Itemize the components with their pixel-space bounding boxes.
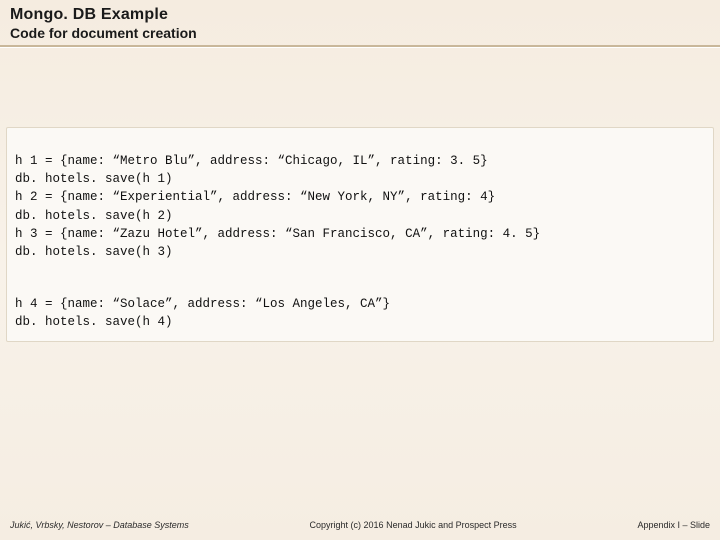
header-rule xyxy=(0,45,720,47)
code-line: h 2 = {name: “Experiential”, address: “N… xyxy=(15,190,495,204)
slide-title: Mongo. DB Example xyxy=(10,6,710,24)
footer-right: Appendix I – Slide xyxy=(637,520,710,530)
slide-subtitle: Code for document creation xyxy=(10,25,710,41)
code-line: h 1 = {name: “Metro Blu”, address: “Chic… xyxy=(15,154,488,168)
code-line: db. hotels. save(h 4) xyxy=(15,315,173,329)
slide-header: Mongo. DB Example Code for document crea… xyxy=(0,0,720,45)
footer-center: Copyright (c) 2016 Nenad Jukic and Prosp… xyxy=(189,520,638,530)
code-line: h 3 = {name: “Zazu Hotel”, address: “San… xyxy=(15,227,540,241)
code-line: h 4 = {name: “Solace”, address: “Los Ang… xyxy=(15,297,390,311)
slide-footer: Jukić, Vrbsky, Nestorov – Database Syste… xyxy=(0,520,720,530)
code-line: db. hotels. save(h 2) xyxy=(15,209,173,223)
code-line: db. hotels. save(h 3) xyxy=(15,245,173,259)
code-block: h 1 = {name: “Metro Blu”, address: “Chic… xyxy=(6,127,714,342)
footer-left: Jukić, Vrbsky, Nestorov – Database Syste… xyxy=(10,520,189,530)
code-line: db. hotels. save(h 1) xyxy=(15,172,173,186)
